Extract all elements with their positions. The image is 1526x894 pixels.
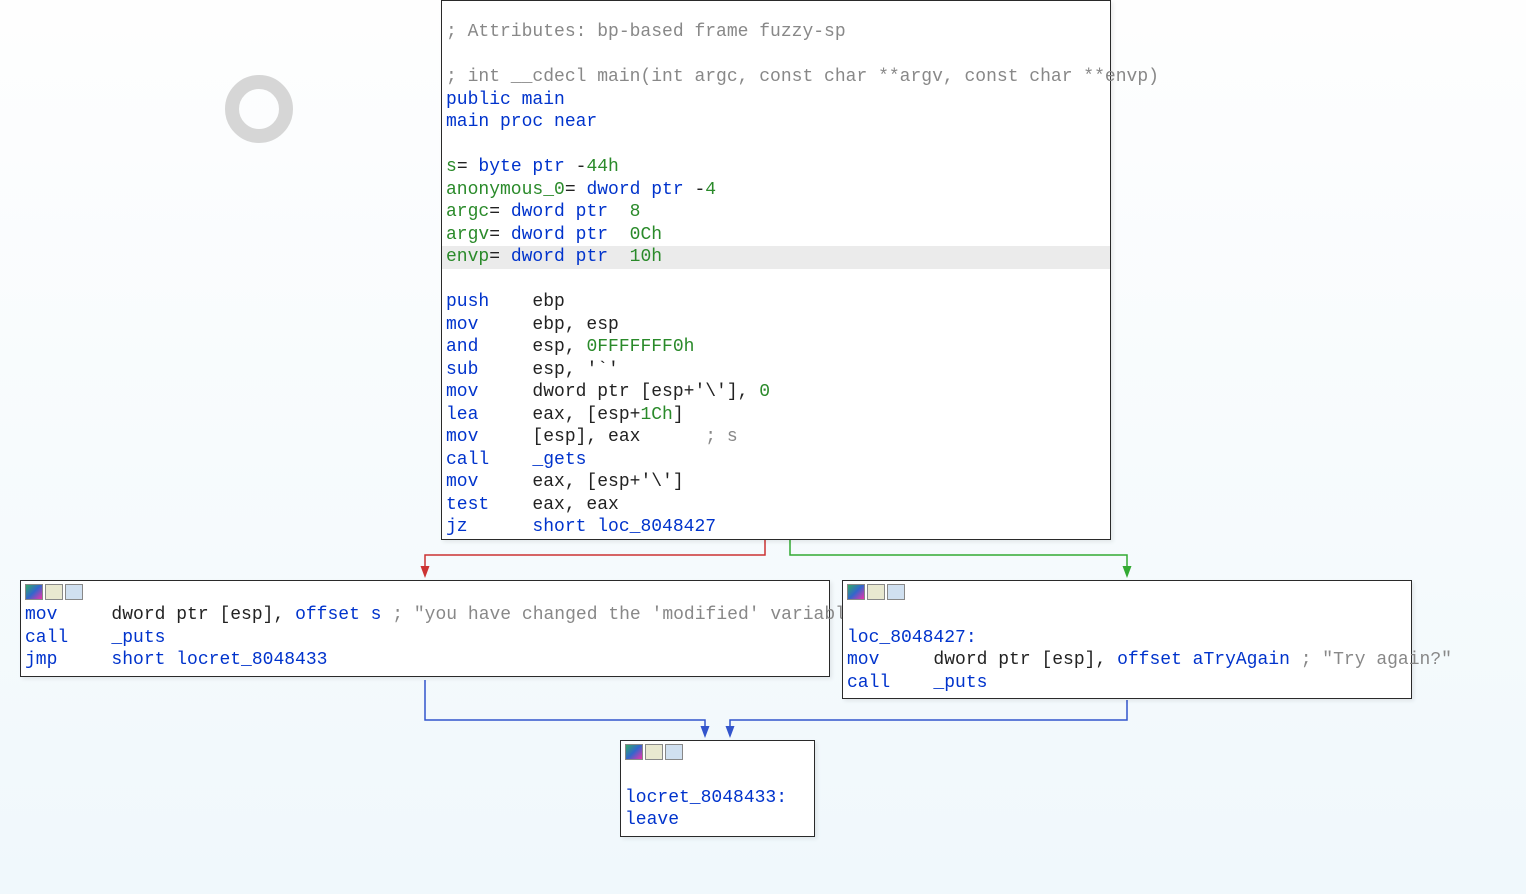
edit-icon[interactable]: [45, 584, 63, 600]
instr-mov-ebp: mov ebp, esp: [446, 315, 619, 335]
graph-icon[interactable]: [65, 584, 83, 600]
node-bottom-icons: [621, 741, 814, 762]
instr-and: and esp, 0FFFFFFF0h: [446, 337, 694, 357]
instr-mov-esp-eax: mov [esp], eax ; s: [446, 427, 738, 447]
cfg-node-bottom[interactable]: locret_8048433: leave: [620, 740, 815, 837]
instr-sub: sub esp, '`': [446, 360, 619, 380]
instr-mov-dw: mov dword ptr [esp+'\'], 0: [446, 382, 770, 402]
instr-mov-offset-s: mov dword ptr [esp], offset s ; "you hav…: [25, 605, 889, 625]
graph-icon[interactable]: [665, 744, 683, 760]
instr-jz: jz short loc_8048427: [446, 517, 716, 537]
public-decl: public main: [446, 90, 565, 110]
instr-leave: leave: [625, 810, 679, 830]
var-argc: argc= dword ptr 8: [446, 202, 640, 222]
sig-comment: ; int __cdecl main(int argc, const char …: [446, 67, 1159, 87]
instr-test: test eax, eax: [446, 495, 619, 515]
cfg-node-left[interactable]: mov dword ptr [esp], offset s ; "you hav…: [20, 580, 830, 677]
node-left-code: mov dword ptr [esp], offset s ; "you hav…: [21, 602, 829, 676]
var-s: s= byte ptr -44h: [446, 157, 619, 177]
watermark-circle: [225, 75, 293, 143]
instr-push: push ebp: [446, 292, 565, 312]
color-view-icon[interactable]: [847, 584, 865, 600]
instr-mov-eax: mov eax, [esp+'\']: [446, 472, 684, 492]
var-argv: argv= dword ptr 0Ch: [446, 225, 662, 245]
edit-icon[interactable]: [867, 584, 885, 600]
edit-icon[interactable]: [645, 744, 663, 760]
color-view-icon[interactable]: [25, 584, 43, 600]
instr-call-puts-l: call _puts: [25, 628, 165, 648]
graph-icon[interactable]: [887, 584, 905, 600]
node-left-icons: [21, 581, 829, 602]
node-right-icons: [843, 581, 1411, 602]
cfg-node-right[interactable]: loc_8048427: mov dword ptr [esp], offset…: [842, 580, 1412, 699]
label-loc8048427: loc_8048427:: [847, 628, 977, 648]
color-view-icon[interactable]: [625, 744, 643, 760]
instr-lea: lea eax, [esp+1Ch]: [446, 405, 684, 425]
attr-comment: ; Attributes: bp-based frame fuzzy-sp: [446, 22, 846, 42]
node-bottom-code: locret_8048433: leave: [621, 762, 814, 836]
proc-decl: main proc near: [446, 112, 597, 132]
node-main-code: ; Attributes: bp-based frame fuzzy-sp ; …: [442, 1, 1110, 543]
label-locret: locret_8048433:: [625, 788, 787, 808]
instr-call-gets: call _gets: [446, 450, 586, 470]
instr-mov-offset-try: mov dword ptr [esp], offset aTryAgain ; …: [847, 650, 1452, 670]
instr-call-puts-r: call _puts: [847, 673, 987, 693]
node-right-code: loc_8048427: mov dword ptr [esp], offset…: [843, 602, 1411, 698]
var-envp-highlighted: envp= dword ptr 10h: [442, 246, 1110, 269]
cfg-node-main[interactable]: ; Attributes: bp-based frame fuzzy-sp ; …: [441, 0, 1111, 540]
var-anon: anonymous_0= dword ptr -4: [446, 180, 716, 200]
instr-jmp: jmp short locret_8048433: [25, 650, 327, 670]
